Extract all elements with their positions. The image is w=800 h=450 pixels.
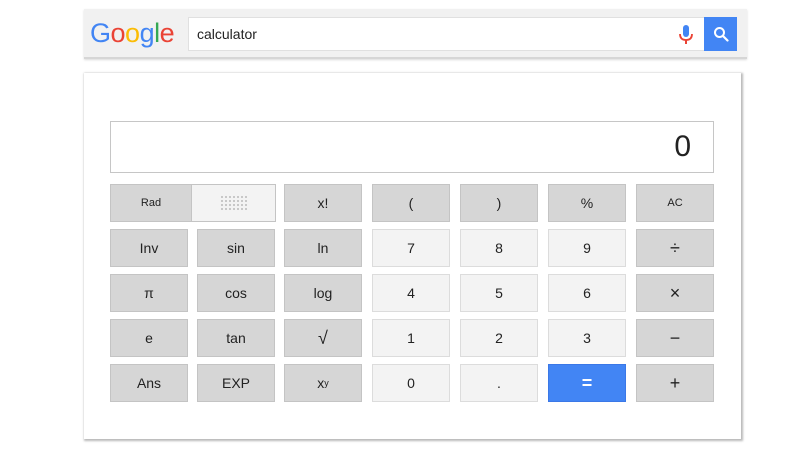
decimal-button[interactable]: .	[460, 364, 538, 402]
square-root-button[interactable]: √	[284, 319, 362, 357]
rad-button[interactable]: Rad	[111, 185, 191, 221]
microphone-icon[interactable]	[676, 24, 696, 46]
dot-grid-icon	[220, 196, 247, 210]
logo-letter: G	[90, 18, 111, 48]
minus-button[interactable]: −	[636, 319, 714, 357]
left-paren-button[interactable]: (	[372, 184, 450, 222]
digit-5-button[interactable]: 5	[460, 274, 538, 312]
equals-button[interactable]: =	[548, 364, 626, 402]
power-button[interactable]: xy	[284, 364, 362, 402]
digit-6-button[interactable]: 6	[548, 274, 626, 312]
logo-letter: e	[159, 18, 175, 48]
logo-letter: o	[110, 18, 126, 48]
right-paren-button[interactable]: )	[460, 184, 538, 222]
digit-1-button[interactable]: 1	[372, 319, 450, 357]
search-header: Google	[84, 9, 747, 59]
digit-0-button[interactable]: 0	[372, 364, 450, 402]
multiply-button[interactable]: ×	[636, 274, 714, 312]
digit-3-button[interactable]: 3	[548, 319, 626, 357]
digit-9-button[interactable]: 9	[548, 229, 626, 267]
logo-letter: o	[125, 18, 140, 48]
euler-button[interactable]: e	[110, 319, 188, 357]
answer-button[interactable]: Ans	[110, 364, 188, 402]
search-box	[188, 17, 737, 51]
google-logo[interactable]: Google	[90, 15, 175, 51]
magnifier-icon	[713, 27, 729, 42]
calculator-display: 0	[110, 121, 714, 173]
search-button[interactable]	[704, 17, 737, 51]
ln-button[interactable]: ln	[284, 229, 362, 267]
inverse-button[interactable]: Inv	[110, 229, 188, 267]
tan-button[interactable]: tan	[197, 319, 275, 357]
pi-button[interactable]: π	[110, 274, 188, 312]
digit-4-button[interactable]: 4	[372, 274, 450, 312]
digit-8-button[interactable]: 8	[460, 229, 538, 267]
factorial-button[interactable]: x!	[284, 184, 362, 222]
digit-2-button[interactable]: 2	[460, 319, 538, 357]
power-base: x	[317, 375, 325, 391]
exp-button[interactable]: EXP	[197, 364, 275, 402]
power-exponent: y	[324, 378, 329, 388]
display-value: 0	[674, 130, 691, 163]
logo-letter: g	[139, 18, 155, 48]
sin-button[interactable]: sin	[197, 229, 275, 267]
all-clear-button[interactable]: AC	[636, 184, 714, 222]
cos-button[interactable]: cos	[197, 274, 275, 312]
search-input[interactable]	[189, 18, 659, 50]
plus-button[interactable]: +	[636, 364, 714, 402]
deg-button[interactable]	[191, 185, 275, 221]
divide-button[interactable]: ÷	[636, 229, 714, 267]
percent-button[interactable]: %	[548, 184, 626, 222]
rad-deg-toggle[interactable]: Rad	[110, 184, 276, 222]
log-button[interactable]: log	[284, 274, 362, 312]
calculator-card: 0 Rad x! ( ) % AC Inv sin ln 7 8 9 ÷ π c…	[84, 73, 741, 439]
digit-7-button[interactable]: 7	[372, 229, 450, 267]
